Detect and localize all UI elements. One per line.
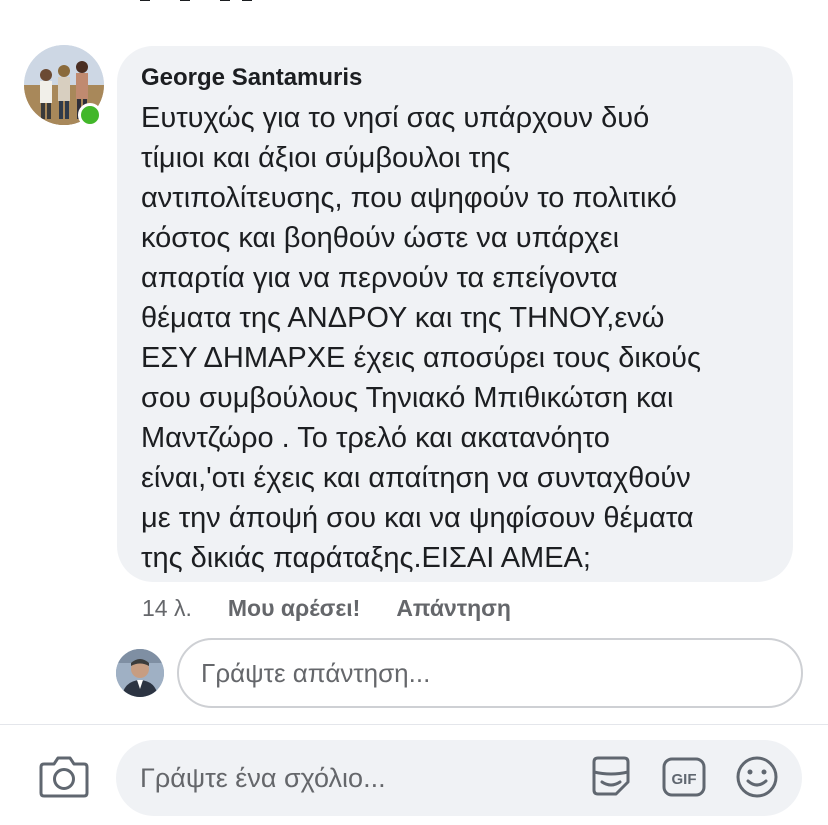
cropped-text-fragment bbox=[140, 0, 252, 1]
composer-divider bbox=[0, 724, 828, 725]
like-button[interactable]: Μου αρέσει! bbox=[228, 595, 360, 622]
gif-icon[interactable]: GIF bbox=[661, 754, 707, 800]
gif-icon-svg: GIF bbox=[662, 757, 706, 797]
camera-icon[interactable] bbox=[38, 752, 90, 800]
comment-timestamp[interactable]: 14 λ. bbox=[142, 595, 192, 622]
comment-author-name[interactable]: George Santamuris bbox=[141, 64, 769, 92]
reply-button[interactable]: Απάντηση bbox=[396, 595, 511, 622]
emoji-icon[interactable] bbox=[734, 754, 780, 800]
sticker-icon-svg bbox=[592, 756, 630, 796]
comment-bubble[interactable]: George Santamuris Ευτυχώς για το νησί σα… bbox=[117, 46, 793, 582]
gif-icon-label: GIF bbox=[672, 771, 697, 788]
camera-icon-svg bbox=[39, 756, 89, 798]
reply-input[interactable]: Γράψτε απάντηση... bbox=[177, 638, 803, 708]
sticker-icon[interactable] bbox=[588, 754, 634, 800]
comment-actions: 14 λ. Μου αρέσει! Απάντηση bbox=[142, 592, 511, 624]
user-avatar-photo bbox=[116, 649, 164, 697]
online-status-dot bbox=[78, 103, 102, 127]
current-user-avatar bbox=[116, 649, 164, 697]
emoji-icon-svg bbox=[736, 756, 778, 798]
cropped-previous-text bbox=[140, 0, 260, 10]
comment-body: Ευτυχώς για το νησί σας υπάρχουν δυό τίμ… bbox=[141, 102, 701, 574]
